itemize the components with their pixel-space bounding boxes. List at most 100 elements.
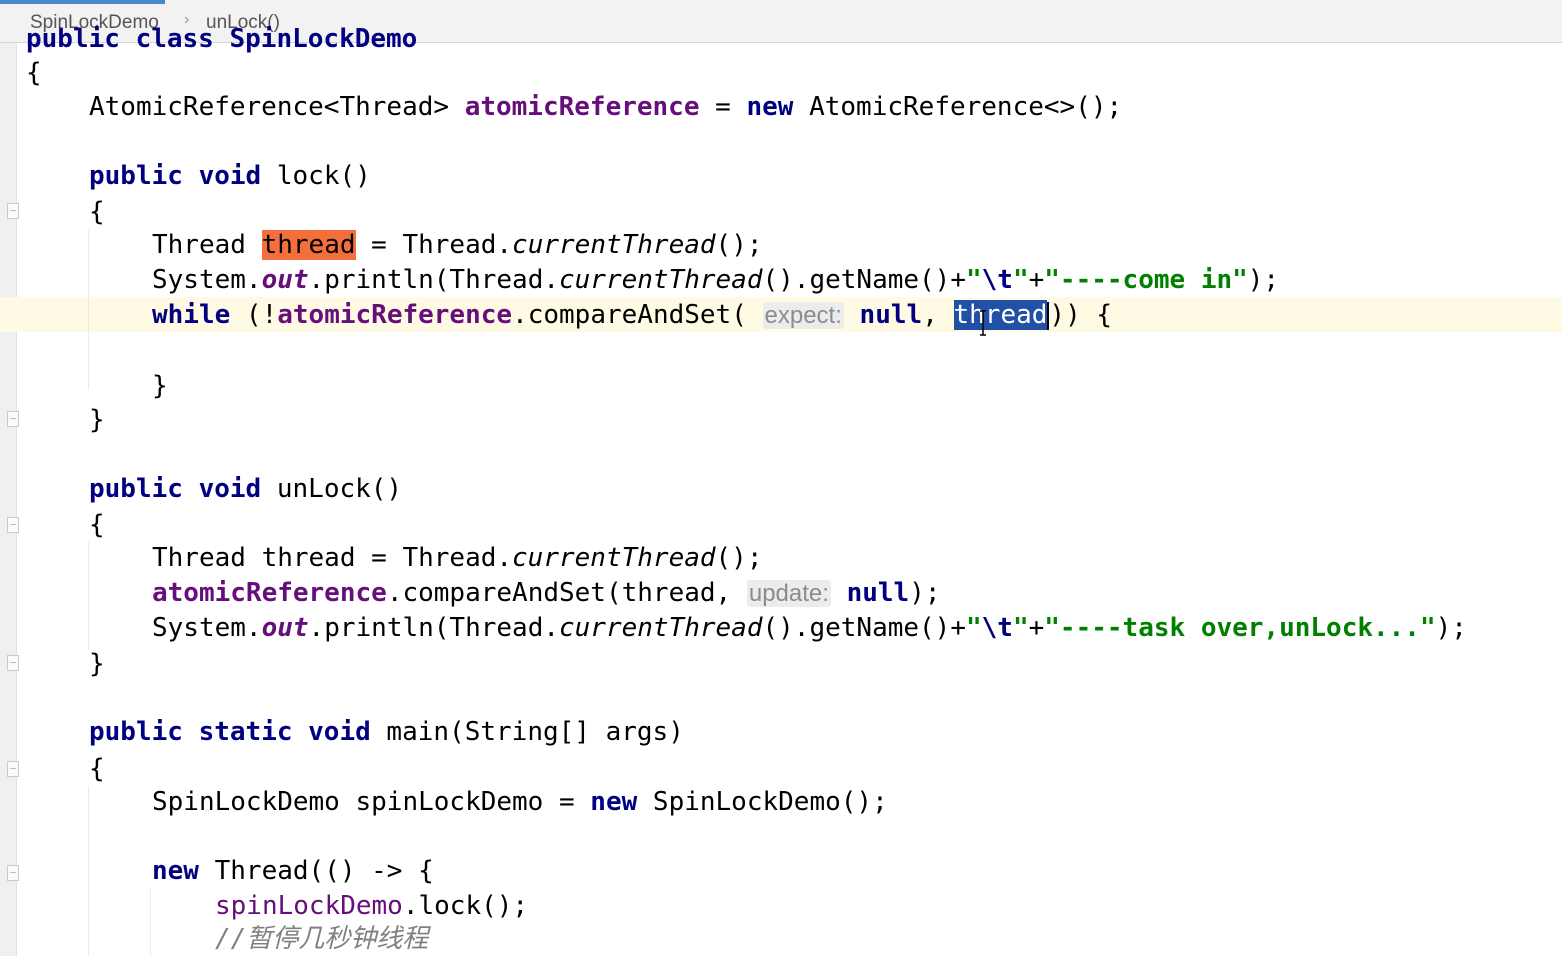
code-token: main(String[] args): [370, 717, 684, 747]
code-comment[interactable]: //暂停几秒钟线程: [215, 922, 428, 957]
code-token: SpinLockDemo spinLockDemo =: [152, 787, 591, 817]
text-selection: thread: [953, 300, 1048, 330]
code-line-lock-2[interactable]: System.out.println(Thread.currentThread(…: [152, 263, 1279, 298]
variable-token: spinLockDemo: [215, 891, 403, 921]
usage-highlight: thread: [261, 230, 356, 260]
operator-token: =: [699, 92, 747, 122]
indent-guide: [88, 542, 89, 650]
code-token: unLock(): [261, 474, 403, 504]
code-line-lock-1[interactable]: Thread thread = Thread.currentThread();: [152, 228, 763, 263]
active-tab-indicator: [0, 0, 165, 4]
operator-token: +: [1028, 265, 1045, 295]
code-token: SpinLockDemo();: [637, 787, 888, 817]
code-token: ();: [715, 543, 763, 573]
indent-guide: [150, 888, 151, 956]
string-token: ": [966, 265, 982, 295]
code-token: );: [909, 578, 941, 608]
fold-marker-icon[interactable]: [7, 411, 19, 427]
ibeam-cursor-icon: [980, 310, 986, 336]
code-token: currentThread: [512, 543, 716, 573]
code-line-brace[interactable]: }: [89, 403, 105, 438]
code-line-unlock-sig[interactable]: public void unLock(): [89, 472, 402, 507]
code-token: lock(): [261, 161, 371, 191]
code-line-unlock-3[interactable]: System.out.println(Thread.currentThread(…: [152, 611, 1467, 646]
keyword-token: void: [198, 161, 262, 191]
fold-marker-icon[interactable]: [7, 655, 19, 671]
code-line-lock-sig[interactable]: public void lock(): [89, 159, 371, 194]
string-token: "----come in": [1044, 265, 1248, 295]
editor-gutter[interactable]: [0, 43, 19, 956]
code-token: .println(Thread.: [308, 265, 559, 295]
code-token: Thread(() -> {: [198, 856, 434, 886]
code-token: );: [1247, 265, 1280, 295]
code-line-field[interactable]: AtomicReference<Thread> atomicReference …: [89, 90, 1122, 125]
code-line-main-3[interactable]: spinLockDemo.lock();: [215, 889, 528, 924]
type-token: AtomicReference<Thread>: [89, 92, 465, 122]
code-token: currentThread: [512, 230, 716, 260]
string-token: ": [1012, 265, 1029, 295]
code-line-brace[interactable]: {: [89, 752, 105, 787]
keyword-token: null: [830, 578, 910, 608]
code-line-unlock-2[interactable]: atomicReference.compareAndSet(thread, up…: [152, 576, 941, 611]
string-token: ": [966, 613, 982, 643]
string-token: "----task over,unLock...": [1044, 613, 1436, 643]
code-line-brace[interactable]: }: [152, 369, 168, 404]
code-token: Thread: [152, 230, 262, 260]
escape-token: \t: [981, 613, 1013, 643]
static-field-token: out: [261, 265, 309, 295]
code-token: .println(Thread.: [308, 613, 559, 643]
parameter-hint: expect:: [762, 302, 844, 329]
static-field-token: out: [261, 613, 309, 643]
code-token: currentThread: [559, 265, 763, 295]
code-token: currentThread: [559, 613, 763, 643]
fold-marker-icon[interactable]: [7, 761, 19, 777]
keyword-token: new: [746, 92, 794, 122]
code-line-class-decl[interactable]: public class SpinLockDemo: [26, 22, 417, 57]
code-token: .compareAndSet(: [512, 300, 763, 330]
indent-guide: [88, 786, 89, 956]
code-token: ().getName()+: [762, 265, 967, 295]
keyword-token: void: [198, 474, 262, 504]
keyword-token: public: [89, 474, 183, 504]
fold-marker-icon[interactable]: [7, 865, 19, 881]
code-token: (!: [230, 300, 278, 330]
keyword-token: public: [89, 717, 183, 747]
code-token: ();: [715, 230, 763, 260]
keyword-token: static: [198, 717, 293, 747]
code-token: ,: [922, 300, 954, 330]
code-line-brace[interactable]: {: [26, 56, 42, 91]
code-line-main-sig[interactable]: public static void main(String[] args): [89, 715, 684, 750]
escape-token: \t: [981, 265, 1013, 295]
keyword-token: new: [152, 856, 199, 886]
code-token: AtomicReference<>();: [793, 92, 1123, 122]
keyword-token: void: [308, 717, 371, 747]
code-line-main-2[interactable]: new Thread(() -> {: [152, 854, 434, 889]
fold-marker-icon[interactable]: [7, 517, 19, 533]
code-line-brace[interactable]: {: [89, 195, 105, 230]
string-token: ": [1012, 613, 1029, 643]
code-line-unlock-1[interactable]: Thread thread = Thread.currentThread();: [152, 541, 763, 576]
code-token: );: [1435, 613, 1467, 643]
code-token: .lock();: [402, 891, 529, 921]
fold-marker-icon[interactable]: [7, 203, 19, 219]
code-token: ().getName()+: [762, 613, 967, 643]
field-token: atomicReference: [277, 300, 513, 330]
code-token: System.: [152, 613, 262, 643]
code-token: )) {: [1049, 300, 1113, 330]
keyword-token: new: [590, 787, 638, 817]
parameter-hint: update:: [746, 580, 831, 607]
code-line-main-1[interactable]: SpinLockDemo spinLockDemo = new SpinLock…: [152, 785, 888, 820]
operator-token: +: [1028, 613, 1045, 643]
code-token: Thread thread = Thread.: [152, 543, 513, 573]
code-token: System.: [152, 265, 262, 295]
keyword-token: null: [843, 300, 923, 330]
field-token: atomicReference: [464, 92, 700, 122]
code-token: .compareAndSet(thread,: [386, 578, 747, 608]
code-line-lock-3[interactable]: while (!atomicReference.compareAndSet( e…: [152, 298, 1112, 333]
field-token: atomicReference: [152, 578, 387, 608]
code-line-brace[interactable]: }: [89, 647, 105, 682]
keyword-token: public: [89, 161, 183, 191]
keyword-token: while: [152, 300, 231, 330]
code-token: = Thread.: [355, 230, 513, 260]
code-line-brace[interactable]: {: [89, 508, 105, 543]
